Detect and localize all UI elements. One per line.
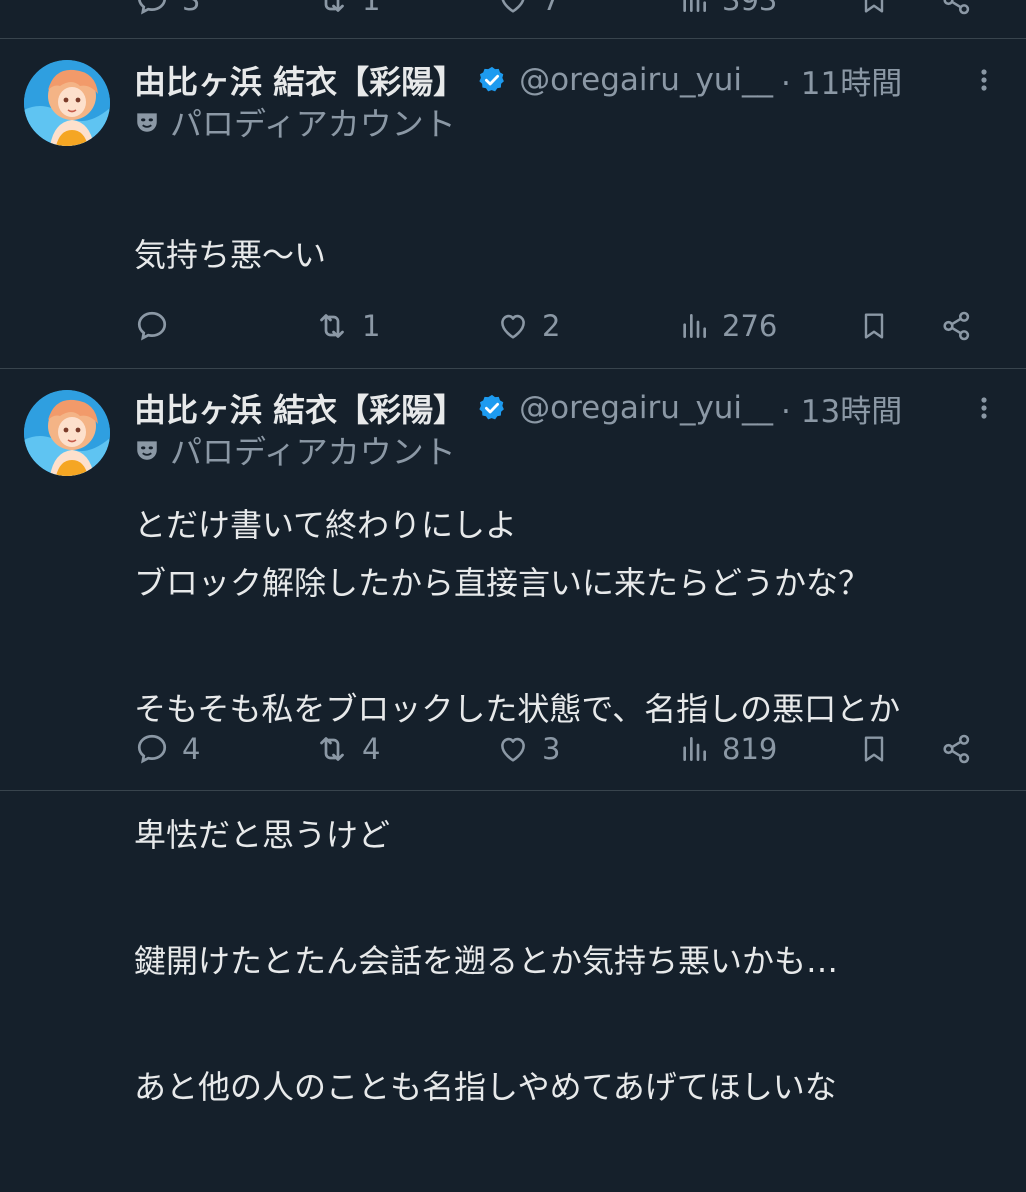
like-button[interactable]: 7 <box>496 0 560 22</box>
view-count: 819 <box>722 732 778 766</box>
bookmark-button[interactable] <box>858 0 890 22</box>
heart-icon <box>501 0 525 13</box>
bookmark-button[interactable] <box>858 304 890 348</box>
parody-account-label: パロディアカウント <box>170 433 456 471</box>
tweet-text-line: あと他の人のことも名指しやめてあげてほしいな <box>134 1068 837 1106</box>
retweet-button[interactable]: 1 <box>314 0 380 22</box>
more-icon <box>981 397 987 419</box>
verified-badge-icon[interactable] <box>477 393 507 423</box>
tweet-text-line: 鍵開けたとたん会話を遡るとか気持ち悪いかも… <box>134 942 839 980</box>
views-icon <box>683 314 706 338</box>
reply-icon <box>138 0 166 15</box>
share-icon <box>943 311 970 341</box>
avatar-image <box>24 390 110 476</box>
retweet-count: 1 <box>362 0 381 17</box>
tweet-divider <box>0 790 1026 791</box>
avatar-image <box>24 60 110 146</box>
heart-icon <box>501 314 525 339</box>
user-handle[interactable]: @oregairu_yui__ <box>519 62 773 98</box>
more-options-button[interactable] <box>970 64 998 96</box>
tweet-text-line: ブロック解除したから直接言いに来たらどうかな？ <box>134 564 871 602</box>
share-button[interactable] <box>940 304 974 348</box>
like-count: 3 <box>542 732 561 766</box>
parody-account-label: パロディアカウント <box>170 105 456 143</box>
tweet-header: 由比ヶ浜 結衣【彩陽】 @oregairu_yui__ · 11時間 <box>134 58 902 102</box>
retweet-icon <box>324 0 344 12</box>
views-button[interactable]: 393 <box>678 0 777 22</box>
retweet-button[interactable]: 1 <box>314 304 380 348</box>
like-count: 7 <box>542 0 561 17</box>
parody-mask-icon <box>137 441 157 460</box>
views-icon <box>683 0 706 12</box>
user-handle[interactable]: @oregairu_yui__ <box>519 390 773 426</box>
retweet-button[interactable]: 4 <box>314 727 380 771</box>
tweet-divider <box>0 368 1026 369</box>
like-button[interactable]: 3 <box>496 727 560 771</box>
share-button[interactable] <box>940 0 974 22</box>
bookmark-icon <box>864 313 884 339</box>
tweet[interactable]: 由比ヶ浜 結衣【彩陽】 @oregairu_yui__ · 11時間 パロディア… <box>0 58 1026 544</box>
view-count: 276 <box>722 309 778 343</box>
tweet[interactable]: 由比ヶ浜 結衣【彩陽】 @oregairu_yui__ · 13時間 パロディア… <box>0 386 1026 1106</box>
tweet-divider <box>0 38 1026 39</box>
parody-label: パロディアカウント <box>134 428 456 472</box>
previous-tweet-action-bar: 3 1 7 393 <box>0 0 1026 18</box>
tweet-action-bar: 4 4 3 819 <box>0 727 1026 771</box>
share-icon <box>943 734 970 764</box>
views-icon <box>683 737 706 761</box>
parody-label: パロディアカウント <box>134 100 456 144</box>
heart-icon <box>501 737 525 762</box>
like-count: 2 <box>542 309 561 343</box>
display-name[interactable]: 由比ヶ浜 結衣【彩陽】 <box>134 57 465 103</box>
retweet-count: 1 <box>362 309 381 343</box>
tweet-text-line: 卑怯だと思うけど <box>134 816 391 854</box>
reply-button[interactable] <box>134 304 182 348</box>
reply-count: 3 <box>182 0 201 17</box>
bookmark-icon <box>864 0 884 13</box>
reply-button[interactable]: 4 <box>134 727 200 771</box>
views-button[interactable]: 276 <box>678 304 777 348</box>
tweet-text-line: 気持ち悪〜い <box>134 236 327 274</box>
tweet-time[interactable]: · 13時間 <box>781 386 902 431</box>
tweet-action-bar: 1 2 276 <box>0 304 1026 348</box>
verified-badge-icon[interactable] <box>477 65 507 95</box>
tweet-header: 由比ヶ浜 結衣【彩陽】 @oregairu_yui__ · 13時間 <box>134 386 902 430</box>
share-icon <box>943 0 970 15</box>
avatar[interactable] <box>24 60 110 146</box>
view-count: 393 <box>722 0 778 17</box>
bookmark-button[interactable] <box>858 727 890 771</box>
retweet-icon <box>320 314 344 338</box>
reply-count: 4 <box>182 732 201 766</box>
tweet-text-line: そもそも私をブロックした状態で、名指しの悪口とか <box>134 690 901 728</box>
share-button[interactable] <box>940 727 974 771</box>
retweet-count: 4 <box>362 732 381 766</box>
reply-icon <box>137 734 167 764</box>
more-options-button[interactable] <box>970 392 998 424</box>
views-button[interactable]: 819 <box>678 727 777 771</box>
more-icon <box>981 69 987 91</box>
parody-mask-icon <box>137 113 157 132</box>
bookmark-icon <box>864 736 884 762</box>
reply-button[interactable]: 3 <box>134 0 200 22</box>
retweet-icon <box>320 737 344 761</box>
reply-icon <box>137 311 167 341</box>
display-name[interactable]: 由比ヶ浜 結衣【彩陽】 <box>134 385 465 431</box>
avatar[interactable] <box>24 390 110 476</box>
tweet-text: ブロック解除したから直接言いに来たらどうかな？ そもそも私をブロックした状態で、… <box>134 478 900 1192</box>
like-button[interactable]: 2 <box>496 304 560 348</box>
tweet-time[interactable]: · 11時間 <box>781 58 902 103</box>
